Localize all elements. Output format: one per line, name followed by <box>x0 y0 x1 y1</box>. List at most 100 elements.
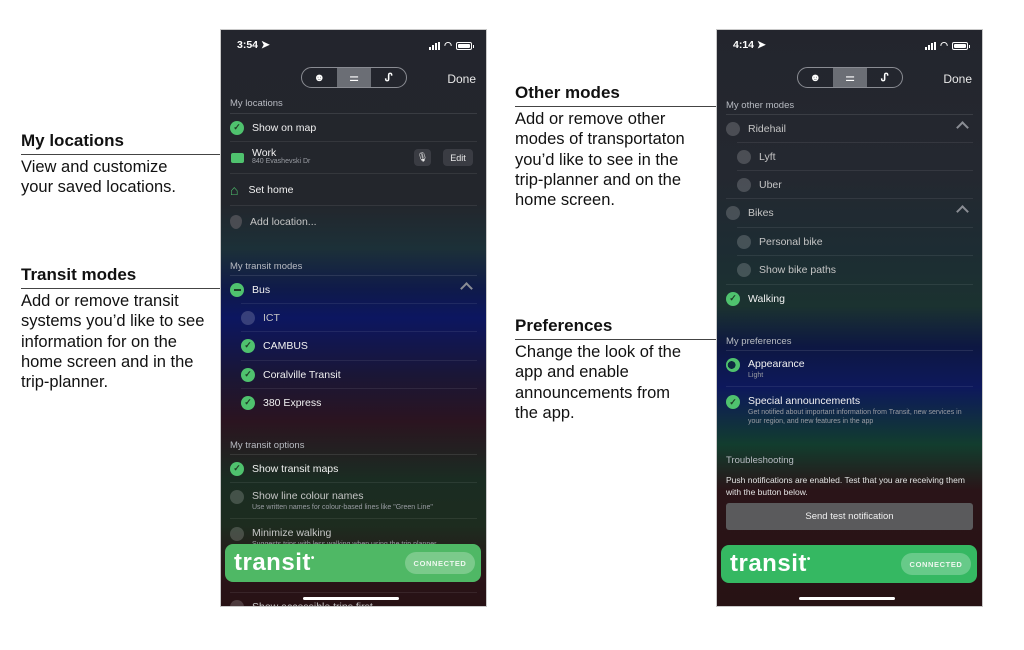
annotation-title: Transit modes <box>21 265 137 284</box>
location-title: Set home <box>248 183 294 196</box>
option-description: Use written names for colour-based lines… <box>252 504 433 511</box>
done-button[interactable]: Done <box>943 72 972 86</box>
wifi-icon: ◠ <box>940 40 948 50</box>
tab-settings[interactable]: ⚌ <box>832 68 868 87</box>
check-icon: ✓ <box>230 120 244 135</box>
settings-segmented-control: ☻ ⚌ ᔑ <box>301 67 407 88</box>
section-header-my-locations: My locations <box>230 98 283 109</box>
mode-label: Bikes <box>748 206 774 219</box>
annotation-body: Add or remove transit systems you’d like… <box>21 292 205 392</box>
location-address: 840 Evashevski Dr <box>252 158 311 165</box>
transit-mode-bus[interactable]: Bus <box>230 275 477 303</box>
send-test-notification-button[interactable]: Send test notification <box>726 503 973 530</box>
unchecked-icon <box>230 490 244 504</box>
section-header-my-other-modes: My other modes <box>726 100 795 111</box>
chevron-up-icon[interactable] <box>956 205 969 218</box>
battery-icon <box>456 41 474 50</box>
agency-item[interactable]: ICT <box>241 303 477 331</box>
mode-label: Ridehail <box>748 122 786 135</box>
annotation-preferences: Preferences Change the look of the app a… <box>515 316 716 423</box>
preference-special-announcements[interactable]: ✓ Special announcements Get notified abo… <box>726 386 973 430</box>
sliders-icon: ⚌ <box>845 72 855 84</box>
status-time: 4:14 ➤ <box>733 39 766 51</box>
agency-item[interactable]: ✓ CAMBUS <box>241 331 477 359</box>
connected-badge: CONNECTED <box>405 552 475 574</box>
annotation-leader-line <box>21 288 221 289</box>
done-button[interactable]: Done <box>447 72 476 86</box>
toggle-label: Show on map <box>252 121 317 134</box>
edit-button[interactable]: Edit <box>443 149 473 166</box>
mode-ridehail[interactable]: Ridehail <box>726 114 973 142</box>
time-text: 3:54 <box>237 39 259 51</box>
annotation-body: View and customize your saved locations. <box>21 158 177 197</box>
agency-label: ICT <box>263 311 280 324</box>
bike-label: Show bike paths <box>759 263 837 276</box>
microphone-button[interactable]: 🎙 <box>414 149 431 166</box>
check-icon: ✓ <box>726 291 740 306</box>
toggle-show-on-map[interactable]: ✓ Show on map <box>230 113 477 141</box>
mode-bikes[interactable]: Bikes <box>726 198 973 226</box>
phone-screen-settings-1: 3:54 ➤ ◠ ☻ ⚌ ᔑ Done My locations ✓ Show … <box>220 29 487 607</box>
unchecked-icon <box>726 205 740 220</box>
bike-item[interactable]: Personal bike <box>737 227 973 255</box>
location-item-work[interactable]: Work 840 Evashevski Dr 🎙 Edit <box>230 141 477 173</box>
section-header-troubleshooting: Troubleshooting <box>726 455 794 466</box>
location-item-set-home[interactable]: ⌂ Set home <box>230 173 477 205</box>
location-title: Work <box>252 146 277 159</box>
annotation-title: Preferences <box>515 316 613 335</box>
agency-label: CAMBUS <box>263 339 308 352</box>
bike-item[interactable]: Show bike paths <box>737 255 973 283</box>
preference-appearance[interactable]: Appearance Light <box>726 350 973 386</box>
option-show-line-colour-names[interactable]: Show line colour names Use written names… <box>230 482 477 518</box>
settings-segmented-control: ☻ ⚌ ᔑ <box>797 67 903 88</box>
agency-item[interactable]: ✓ 380 Express <box>241 388 477 416</box>
home-indicator[interactable] <box>799 597 895 600</box>
wifi-icon: ◠ <box>444 40 452 50</box>
unchecked-icon <box>737 149 751 164</box>
tab-settings[interactable]: ⚌ <box>336 68 372 87</box>
mode-walking[interactable]: ✓ Walking <box>726 284 973 312</box>
chevron-up-icon[interactable] <box>956 121 969 134</box>
location-arrow-icon: ➤ <box>756 39 766 51</box>
signal-icon <box>429 41 441 50</box>
agency-label: 380 Express <box>263 396 322 409</box>
unchecked-icon <box>241 310 255 325</box>
unchecked-icon <box>737 262 751 277</box>
tab-route[interactable]: ᔑ <box>371 68 406 87</box>
tab-route[interactable]: ᔑ <box>867 68 902 87</box>
section-header-my-preferences: My preferences <box>726 336 792 347</box>
bike-label: Personal bike <box>759 235 823 248</box>
briefcase-icon <box>231 152 244 163</box>
annotation-leader-line <box>21 154 221 155</box>
battery-icon <box>952 41 970 50</box>
annotation-title: Other modes <box>515 83 620 102</box>
ridehail-item[interactable]: Uber <box>737 170 973 198</box>
check-icon: ✓ <box>241 367 255 382</box>
annotation-my-locations: My locations View and customize your sav… <box>21 131 221 198</box>
time-text: 4:14 <box>733 39 755 51</box>
route-icon: ᔑ <box>880 72 889 84</box>
option-label: Minimize walking <box>252 527 332 539</box>
location-pin-icon <box>230 214 242 229</box>
status-bar: 3:54 ➤ ◠ <box>237 39 474 51</box>
chevron-up-icon[interactable] <box>460 282 473 295</box>
logo-text: transit <box>730 550 807 577</box>
check-icon: ✓ <box>230 461 244 476</box>
home-indicator[interactable] <box>303 597 399 600</box>
smiley-icon: ☻ <box>809 71 822 84</box>
agency-item[interactable]: ✓ Coralville Transit <box>241 360 477 388</box>
transit-connected-banner: transit• CONNECTED <box>721 545 977 583</box>
preference-description: Get notified about important information… <box>748 409 962 425</box>
route-icon: ᔑ <box>384 72 393 84</box>
ridehail-item[interactable]: Lyft <box>737 142 973 170</box>
option-show-transit-maps[interactable]: ✓ Show transit maps <box>230 454 477 482</box>
tab-profile[interactable]: ☻ <box>302 68 337 87</box>
troubleshooting-text: Push notifications are enabled. Test tha… <box>726 475 965 497</box>
preference-label: Special announcements <box>748 395 861 407</box>
unchecked-icon <box>230 599 244 606</box>
tab-profile[interactable]: ☻ <box>798 68 833 87</box>
annotation-other-modes: Other modes Add or remove other modes of… <box>515 83 716 210</box>
option-label: Show accessible trips first <box>252 600 373 607</box>
annotation-transit-modes: Transit modes Add or remove transit syst… <box>21 265 221 392</box>
add-location-button[interactable]: Add location... <box>230 205 477 237</box>
